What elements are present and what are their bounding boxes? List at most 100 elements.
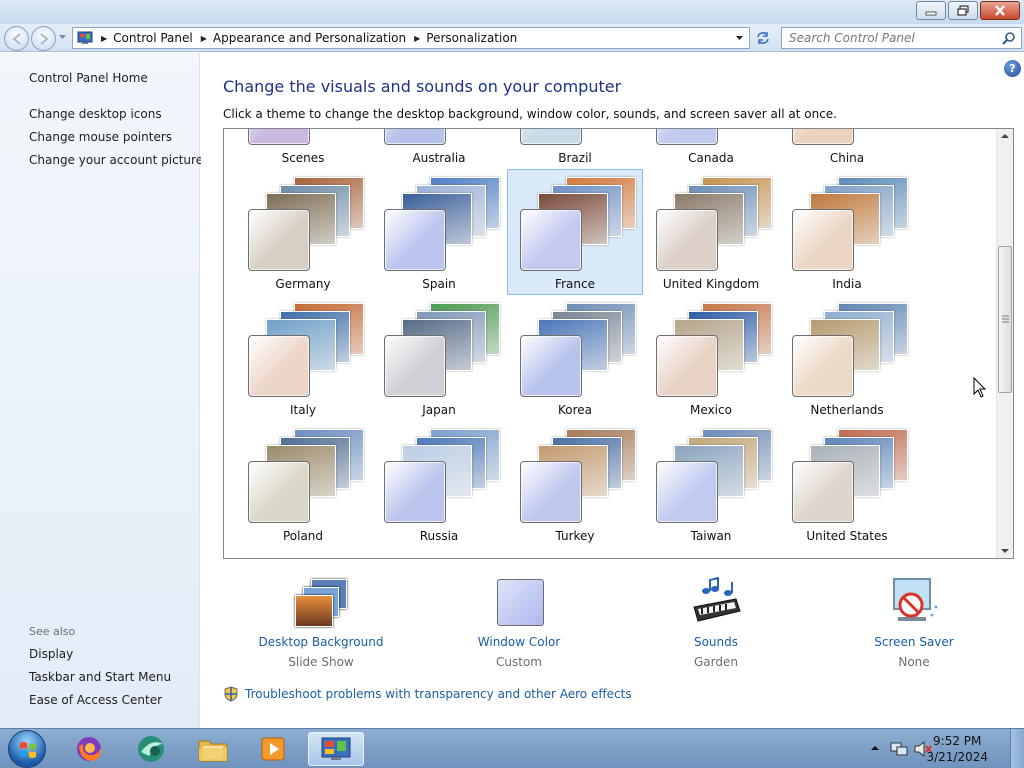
taskbar-media-player[interactable] bbox=[245, 732, 301, 766]
close-button[interactable] bbox=[980, 1, 1020, 20]
troubleshoot-link[interactable]: Troubleshoot problems with transparency … bbox=[223, 686, 632, 702]
theme-gallery-scrollbar[interactable] bbox=[996, 129, 1013, 558]
refresh-icon bbox=[757, 32, 769, 44]
help-icon[interactable]: ? bbox=[1004, 60, 1021, 77]
theme-netherlands[interactable]: Netherlands bbox=[779, 295, 915, 421]
window-color-label[interactable]: Window Color bbox=[444, 635, 594, 649]
breadcrumb-control-panel[interactable]: Control Panel bbox=[113, 31, 193, 45]
theme-color-swatch bbox=[520, 461, 582, 523]
taskbar-control-panel[interactable] bbox=[308, 732, 364, 766]
desktop-background-value: Slide Show bbox=[288, 655, 354, 669]
search-icon[interactable] bbox=[1002, 31, 1016, 45]
screen-saver-label[interactable]: Screen Saver bbox=[839, 635, 989, 649]
address-field[interactable]: ▶ Control Panel ▶ Appearance and Persona… bbox=[72, 27, 750, 49]
shield-icon bbox=[224, 686, 238, 702]
network-icon[interactable] bbox=[890, 741, 908, 757]
screen-saver-option[interactable]: Screen Saver None bbox=[839, 577, 989, 669]
theme-color-swatch bbox=[792, 461, 854, 523]
theme-name: Spain bbox=[422, 277, 456, 291]
theme-australia[interactable]: Australia bbox=[371, 129, 507, 169]
theme-russia[interactable]: Russia bbox=[371, 421, 507, 547]
breadcrumb-separator-icon[interactable]: ▶ bbox=[201, 34, 207, 43]
theme-brazil[interactable]: Brazil bbox=[507, 129, 643, 169]
search-input[interactable] bbox=[789, 31, 999, 45]
theme-italy[interactable]: Italy bbox=[235, 295, 371, 421]
theme-name: China bbox=[829, 151, 865, 165]
media-center-icon bbox=[138, 736, 164, 762]
theme-color-swatch bbox=[656, 335, 718, 397]
address-dropdown-icon[interactable] bbox=[735, 35, 744, 41]
change-account-picture-link[interactable]: Change your account picture bbox=[29, 153, 203, 167]
theme-preview bbox=[790, 427, 910, 523]
desktop-background-label[interactable]: Desktop Background bbox=[246, 635, 396, 649]
theme-color-swatch bbox=[520, 335, 582, 397]
display-link[interactable]: Display bbox=[29, 647, 73, 661]
theme-color-swatch bbox=[384, 209, 446, 271]
taskbar-media-center[interactable] bbox=[123, 732, 179, 766]
theme-united-states[interactable]: United States bbox=[779, 421, 915, 547]
clock-date: 3/21/2024 bbox=[926, 750, 988, 764]
show-desktop-button[interactable] bbox=[1010, 729, 1024, 768]
breadcrumb-separator-icon[interactable]: ▶ bbox=[101, 34, 107, 43]
window-controls bbox=[914, 1, 1020, 20]
theme-color-swatch bbox=[248, 209, 310, 271]
restore-button[interactable] bbox=[948, 1, 978, 20]
theme-canada[interactable]: Canada bbox=[643, 129, 779, 169]
control-panel-home-link[interactable]: Control Panel Home bbox=[29, 71, 148, 85]
refresh-button[interactable] bbox=[752, 28, 774, 48]
change-mouse-pointers-link[interactable]: Change mouse pointers bbox=[29, 130, 172, 144]
theme-color-swatch bbox=[384, 335, 446, 397]
minimize-button[interactable] bbox=[916, 1, 946, 20]
scrollbar-thumb[interactable] bbox=[998, 246, 1012, 393]
troubleshoot-link-text[interactable]: Troubleshoot problems with transparency … bbox=[245, 687, 632, 701]
taskbar-explorer[interactable] bbox=[185, 732, 241, 766]
window-color-option[interactable]: Window Color Custom bbox=[444, 577, 594, 669]
recent-pages-dropdown-icon[interactable] bbox=[58, 34, 67, 40]
theme-united-kingdom[interactable]: United Kingdom bbox=[643, 169, 779, 295]
breadcrumb-separator-icon[interactable]: ▶ bbox=[414, 34, 420, 43]
search-box[interactable] bbox=[781, 27, 1022, 49]
breadcrumb-personalization[interactable]: Personalization bbox=[426, 31, 517, 45]
theme-taiwan[interactable]: Taiwan bbox=[643, 421, 779, 547]
theme-germany[interactable]: Germany bbox=[235, 169, 371, 295]
theme-scenes[interactable]: Scenes bbox=[235, 129, 371, 169]
theme-mexico[interactable]: Mexico bbox=[643, 295, 779, 421]
sounds-icon bbox=[688, 576, 744, 629]
left-navigation-pane: Control Panel Home Change desktop icons … bbox=[0, 53, 203, 728]
theme-name: France bbox=[555, 277, 595, 291]
theme-japan[interactable]: Japan bbox=[371, 295, 507, 421]
theme-india[interactable]: India bbox=[779, 169, 915, 295]
sounds-option[interactable]: Sounds Garden bbox=[641, 576, 791, 669]
scroll-up-icon[interactable] bbox=[1001, 133, 1009, 139]
theme-france[interactable]: France bbox=[507, 169, 643, 295]
taskbar-start-menu-link[interactable]: Taskbar and Start Menu bbox=[29, 670, 171, 684]
taskbar-firefox[interactable] bbox=[61, 732, 117, 766]
breadcrumb-appearance[interactable]: Appearance and Personalization bbox=[213, 31, 406, 45]
address-bar-row: ▶ Control Panel ▶ Appearance and Persona… bbox=[0, 24, 1024, 52]
page-subtitle: Click a theme to change the desktop back… bbox=[223, 107, 837, 121]
theme-poland[interactable]: Poland bbox=[235, 421, 371, 547]
clock[interactable]: 9:52 PM 3/21/2024 bbox=[926, 733, 988, 765]
start-button[interactable] bbox=[8, 730, 46, 768]
theme-preview bbox=[246, 301, 366, 397]
ease-of-access-link[interactable]: Ease of Access Center bbox=[29, 693, 162, 707]
theme-china[interactable]: China bbox=[779, 129, 915, 169]
desktop-background-option[interactable]: Desktop Background Slide Show bbox=[246, 577, 396, 669]
back-button[interactable] bbox=[4, 26, 29, 51]
window-color-value: Custom bbox=[496, 655, 542, 669]
theme-color-swatch bbox=[656, 209, 718, 271]
theme-gallery[interactable]: Scenes Australia Brazil Canada China Germany S… bbox=[223, 128, 1014, 559]
forward-button[interactable] bbox=[31, 26, 56, 51]
scroll-down-icon[interactable] bbox=[1001, 548, 1009, 554]
change-desktop-icons-link[interactable]: Change desktop icons bbox=[29, 107, 162, 121]
show-hidden-icons-icon[interactable] bbox=[871, 745, 879, 751]
folder-icon bbox=[198, 740, 228, 762]
theme-spain[interactable]: Spain bbox=[371, 169, 507, 295]
theme-color-swatch bbox=[792, 335, 854, 397]
theme-color-swatch bbox=[384, 129, 446, 145]
theme-color-swatch bbox=[248, 129, 310, 145]
sounds-label[interactable]: Sounds bbox=[641, 635, 791, 649]
theme-korea[interactable]: Korea bbox=[507, 295, 643, 421]
theme-turkey[interactable]: Turkey bbox=[507, 421, 643, 547]
theme-name: Russia bbox=[419, 529, 459, 543]
